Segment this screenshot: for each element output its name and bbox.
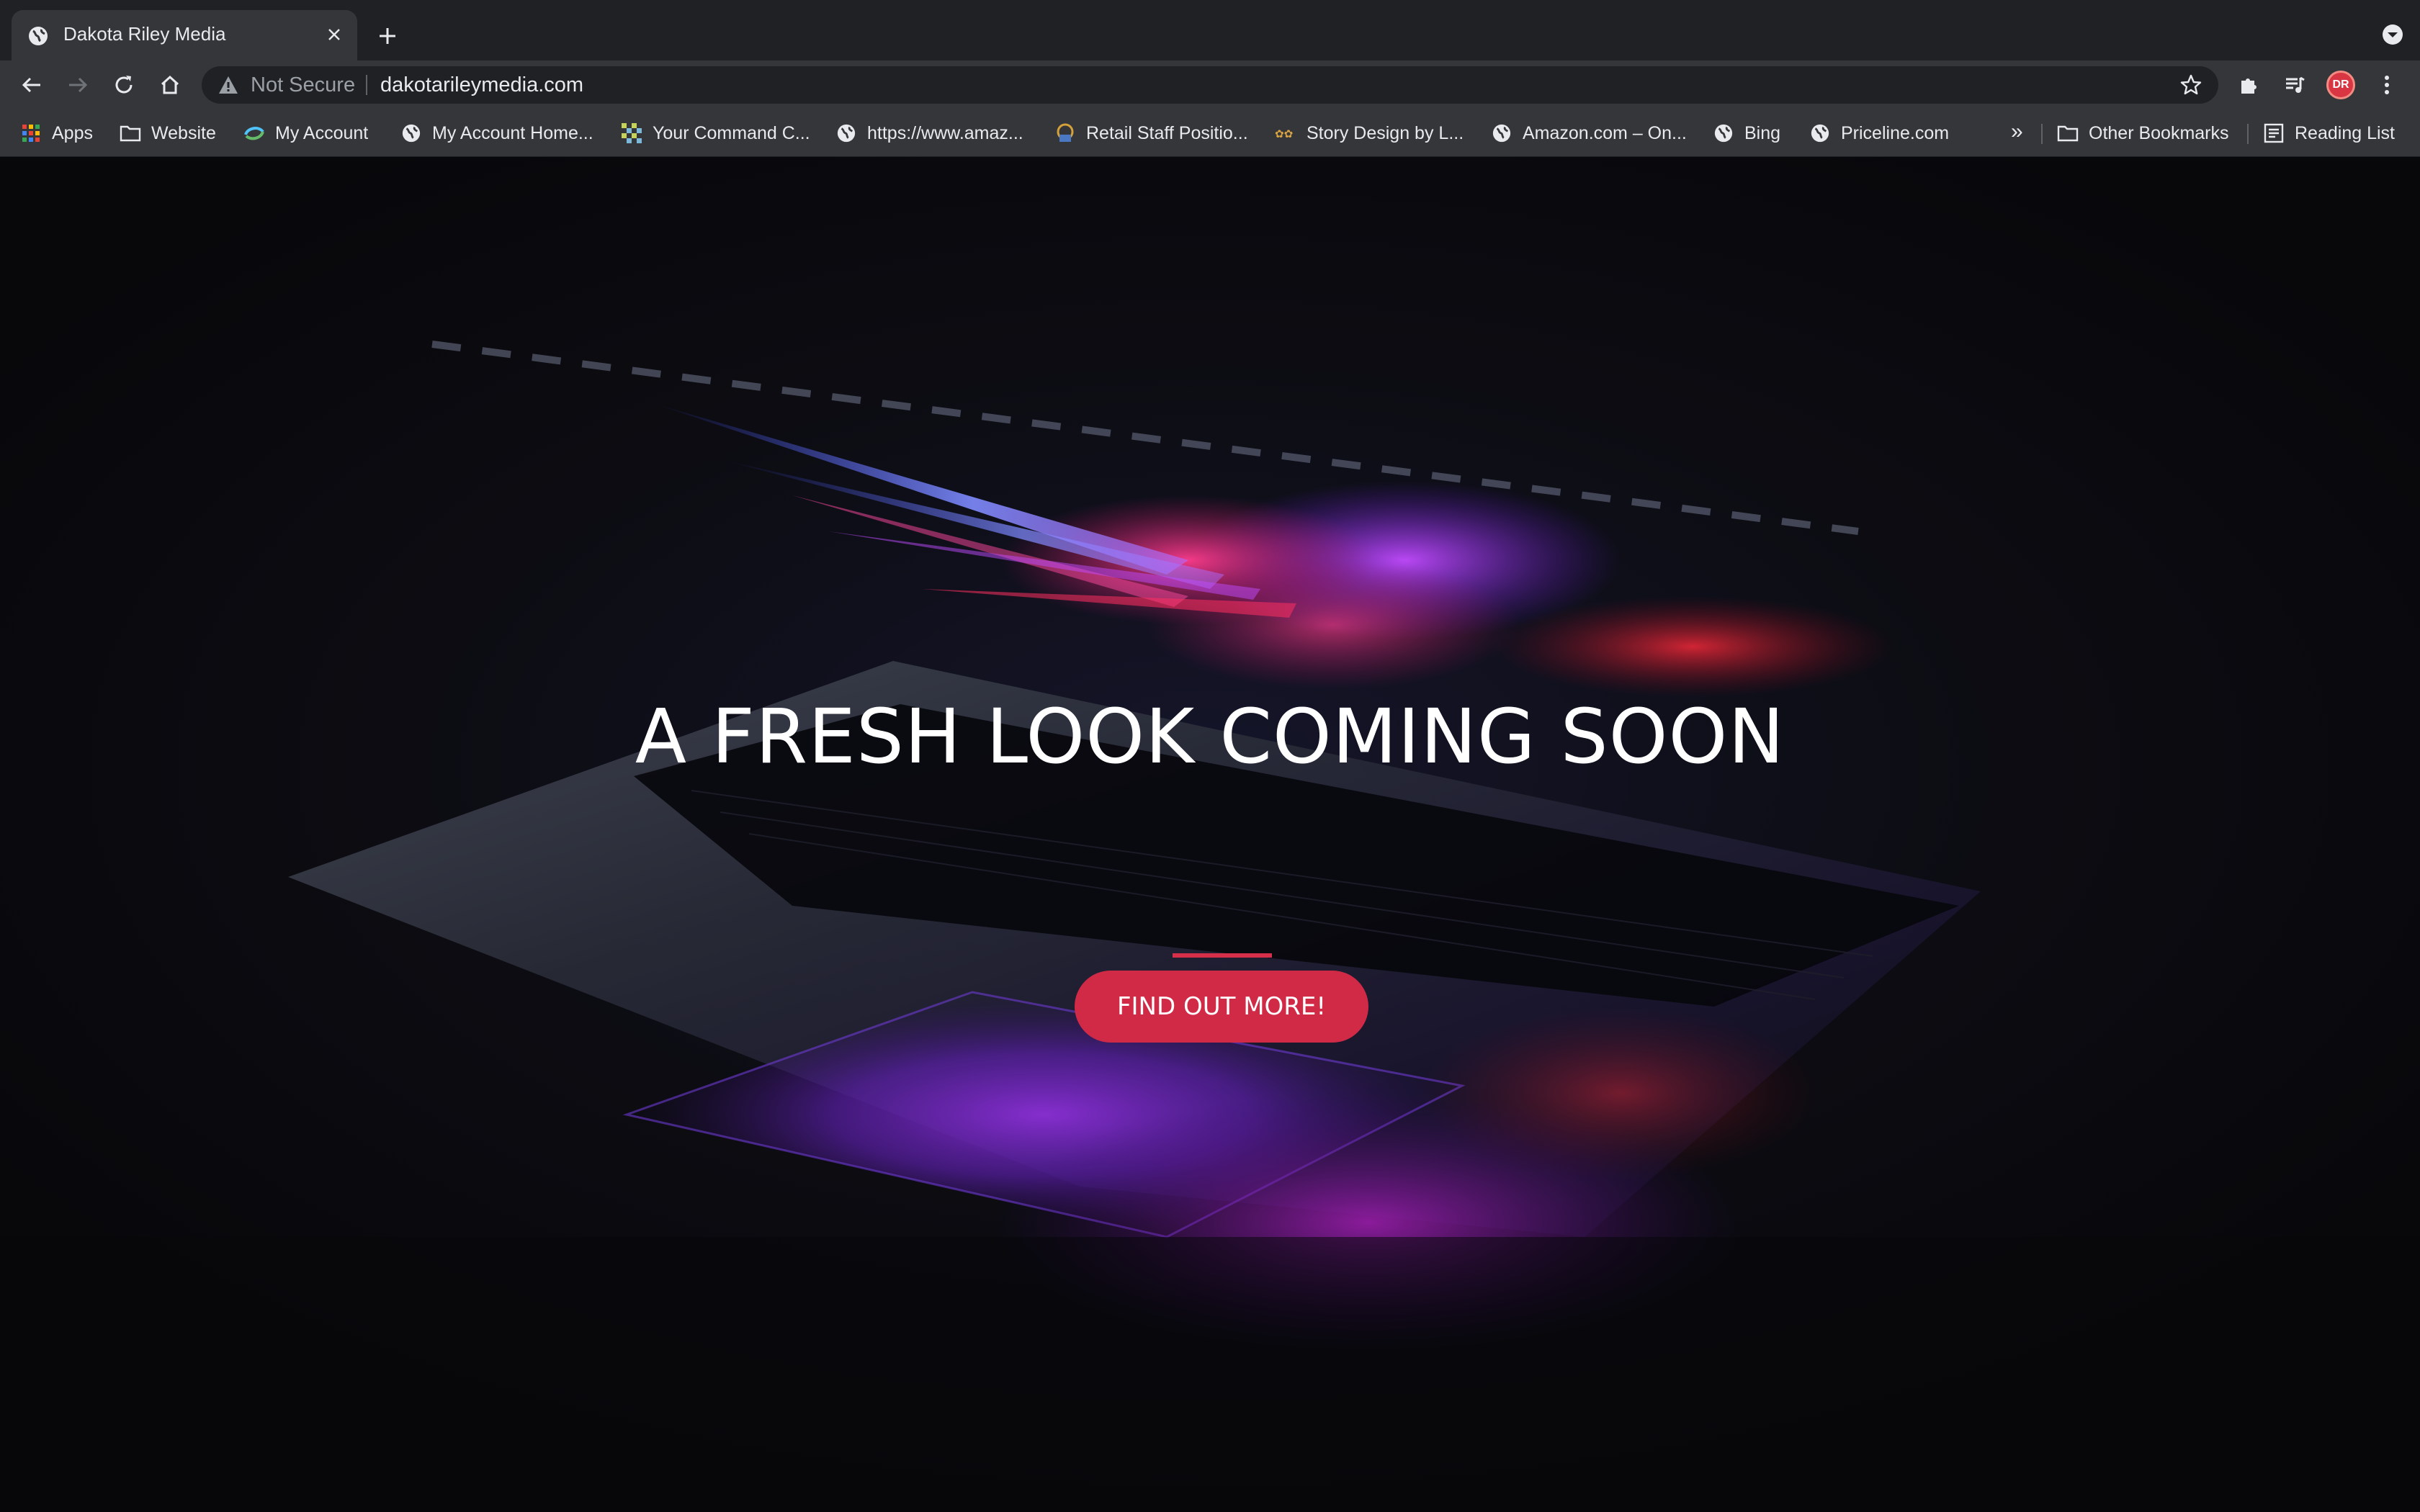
bookmark-label: Bing xyxy=(1744,122,1781,143)
back-arrow-icon[interactable] xyxy=(14,68,49,102)
page-viewport: A FRESH LOOK COMING SOON FIND OUT MORE! xyxy=(0,157,2420,1512)
bookmark-label: Amazon.com – On... xyxy=(1523,122,1687,143)
toolbar: Not Secure dakotarileymedia.com DR xyxy=(0,60,2420,109)
globe-icon xyxy=(1713,122,1734,144)
bookmark-label: Website xyxy=(151,122,216,143)
bookmark-label: Other Bookmarks xyxy=(2089,122,2229,143)
address-bar[interactable]: Not Secure dakotarileymedia.com xyxy=(202,66,2218,104)
bookmark-amazon-url[interactable]: https://www.amaz... xyxy=(835,120,1023,147)
tab-title: Dakota Riley Media xyxy=(63,23,226,45)
bookmark-label: Priceline.com xyxy=(1841,122,1950,143)
globe-icon xyxy=(27,25,49,47)
kebab-menu-icon[interactable] xyxy=(2370,68,2404,102)
bookmark-apps[interactable]: Apps xyxy=(20,120,93,147)
bookmark-star-icon[interactable] xyxy=(2177,71,2205,99)
bookmarks-bar: Apps Website My Account My Account Home.… xyxy=(0,109,2420,157)
bookmark-website[interactable]: Website xyxy=(120,120,216,147)
bookmark-my-account-home[interactable]: My Account Home... xyxy=(400,120,593,147)
bookmark-amazon[interactable]: Amazon.com – On... xyxy=(1491,120,1687,147)
bookmark-priceline[interactable]: Priceline.com xyxy=(1809,120,1949,147)
tab-strip: Dakota Riley Media xyxy=(0,0,2420,60)
bookmark-label: https://www.amaz... xyxy=(867,122,1023,143)
accent-divider xyxy=(1173,953,1272,958)
bookmark-label: My Account Home... xyxy=(432,122,593,143)
bookmark-label: Your Command C... xyxy=(653,122,810,143)
reload-icon[interactable] xyxy=(107,68,141,102)
tab-search-icon[interactable] xyxy=(2380,22,2406,48)
url-text[interactable]: dakotarileymedia.com xyxy=(380,73,583,97)
forward-arrow-icon[interactable] xyxy=(60,68,95,102)
bookmark-command-center[interactable]: Your Command C... xyxy=(621,120,810,147)
security-status-label[interactable]: Not Secure xyxy=(251,73,355,97)
bookmarks-divider xyxy=(2041,124,2043,144)
bookmark-label: Story Design by L... xyxy=(1307,122,1464,143)
bookmark-label: Retail Staff Positio... xyxy=(1086,122,1248,143)
bookmark-label: My Account xyxy=(275,122,369,143)
bookmark-story-design[interactable]: ✿✿ Story Design by L... xyxy=(1275,120,1464,147)
reading-list-icon xyxy=(2263,122,2285,144)
hero-laptop-image xyxy=(0,341,2420,1512)
bookmarks-divider xyxy=(2247,124,2249,144)
bookmark-my-account[interactable]: My Account xyxy=(243,120,368,147)
globe-icon xyxy=(835,122,857,144)
new-tab-icon[interactable] xyxy=(372,20,403,52)
page-headline: A FRESH LOOK COMING SOON xyxy=(635,693,1785,780)
media-controls-icon[interactable] xyxy=(2277,68,2312,102)
find-out-more-button[interactable]: FIND OUT MORE! xyxy=(1075,971,1368,1043)
bookmark-bing[interactable]: Bing xyxy=(1713,120,1780,147)
globe-icon xyxy=(1809,122,1831,144)
account-swirl-icon xyxy=(243,122,265,144)
globe-icon xyxy=(1491,122,1512,144)
checker-icon xyxy=(621,122,642,144)
bookmark-label: Reading List xyxy=(2295,122,2395,143)
reading-list-button[interactable]: Reading List xyxy=(2263,120,2395,147)
folder-icon xyxy=(2057,122,2079,144)
staff-icon xyxy=(1054,122,1076,144)
svg-text:✿✿: ✿✿ xyxy=(1275,127,1293,140)
folder-icon xyxy=(120,122,141,144)
story-icon: ✿✿ xyxy=(1275,122,1296,144)
bookmarks-overflow-chevron-icon[interactable]: » xyxy=(2011,120,2023,144)
warning-icon[interactable] xyxy=(218,75,239,95)
bookmark-other-bookmarks[interactable]: Other Bookmarks xyxy=(2057,120,2229,147)
bookmark-label: Apps xyxy=(52,122,93,143)
extensions-puzzle-icon[interactable] xyxy=(2231,68,2266,102)
profile-avatar[interactable]: DR xyxy=(2326,71,2355,99)
omnibox-divider xyxy=(366,75,367,95)
apps-grid-icon xyxy=(20,122,42,144)
globe-icon xyxy=(400,122,422,144)
active-tab[interactable]: Dakota Riley Media xyxy=(12,10,357,60)
close-tab-icon[interactable] xyxy=(321,22,347,48)
home-icon[interactable] xyxy=(153,68,187,102)
bookmark-retail-staff[interactable]: Retail Staff Positio... xyxy=(1054,120,1248,147)
